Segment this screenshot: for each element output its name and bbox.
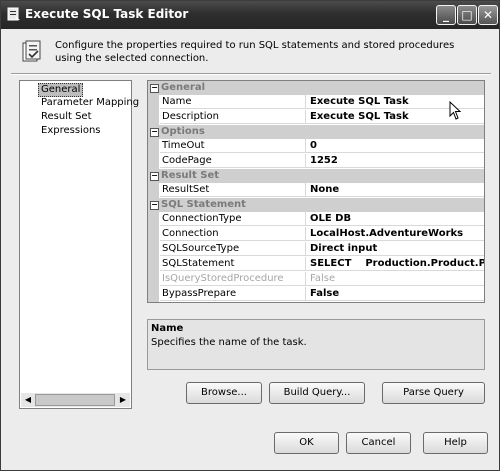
property-row-connectiontype[interactable]: ConnectionType OLE DB	[148, 212, 484, 227]
category-label: General	[161, 82, 205, 93]
category-label: Options	[161, 126, 205, 137]
property-row-connection[interactable]: Connection LocalHost.AdventureWorks	[148, 227, 484, 242]
property-name[interactable]: ConnectionType	[160, 212, 306, 226]
nav-item-parameter-mapping[interactable]: Parameter Mapping	[39, 97, 141, 109]
title-bar[interactable]: Execute SQL Task Editor _ □ ✕	[1, 1, 499, 29]
task-editor-icon	[7, 7, 20, 21]
window-title: Execute SQL Task Editor	[25, 7, 189, 21]
help-button[interactable]: Help	[423, 432, 488, 454]
collapse-icon[interactable]: −	[150, 128, 159, 137]
property-value[interactable]: 0	[306, 139, 484, 153]
execute-sql-task-editor-window: Execute SQL Task Editor _ □ ✕ Configure …	[0, 0, 500, 471]
category-sql-statement[interactable]: − SQL Statement	[148, 198, 484, 212]
header-divider	[11, 73, 491, 75]
dialog-description: Configure the properties required to run…	[55, 40, 455, 64]
collapse-icon[interactable]: −	[150, 172, 159, 181]
property-value[interactable]: SELECT Production.Product.Product	[306, 257, 484, 271]
property-value[interactable]: None	[306, 183, 484, 197]
property-row-bypassprepare[interactable]: BypassPrepare False	[148, 287, 484, 302]
scroll-left-icon[interactable]: ◀	[22, 394, 34, 406]
property-value[interactable]: OLE DB	[306, 212, 484, 226]
collapse-icon[interactable]: −	[150, 201, 159, 210]
category-result-set[interactable]: − Result Set	[148, 169, 484, 183]
property-row-isquerystoredprocedure: IsQueryStoredProcedure False	[148, 272, 484, 287]
property-name: IsQueryStoredProcedure	[160, 272, 306, 286]
property-row-timeout[interactable]: TimeOut 0	[148, 139, 484, 154]
property-row-resultset[interactable]: ResultSet None	[148, 183, 484, 198]
property-name[interactable]: ResultSet	[160, 183, 306, 197]
property-name[interactable]: TimeOut	[160, 139, 306, 153]
property-description-title: Name	[151, 323, 184, 334]
dialog-header: Configure the properties required to run…	[9, 35, 493, 75]
nav-item-expressions[interactable]: Expressions	[39, 125, 103, 137]
property-name[interactable]: SQLSourceType	[160, 242, 306, 256]
property-name[interactable]: Description	[160, 110, 306, 124]
browse-button[interactable]: Browse...	[186, 382, 262, 404]
property-row-sqlstatement[interactable]: SQLStatement SELECT Production.Product.P…	[148, 257, 484, 272]
property-description-panel: Name Specifies the name of the task.	[147, 319, 485, 370]
property-row-name[interactable]: Name Execute SQL Task	[148, 95, 484, 110]
property-name[interactable]: BypassPrepare	[160, 287, 306, 301]
category-label: SQL Statement	[161, 199, 246, 210]
property-row-description[interactable]: Description Execute SQL Task	[148, 110, 484, 125]
property-value[interactable]: False	[306, 287, 484, 301]
minimize-button[interactable]: _	[436, 5, 456, 25]
property-row-codepage[interactable]: CodePage 1252	[148, 154, 484, 169]
property-grid[interactable]: − General Name Execute SQL Task Descript…	[147, 80, 485, 303]
cancel-button[interactable]: Cancel	[346, 432, 411, 454]
build-query-button[interactable]: Build Query...	[269, 382, 365, 404]
category-label: Result Set	[161, 170, 220, 181]
property-value[interactable]: 1252	[306, 154, 484, 168]
scroll-right-icon[interactable]: ▶	[117, 394, 129, 406]
parse-query-button[interactable]: Parse Query	[382, 382, 485, 404]
property-description-text: Specifies the name of the task.	[151, 337, 307, 348]
nav-item-result-set[interactable]: Result Set	[39, 111, 94, 123]
property-value[interactable]: Direct input	[306, 242, 484, 256]
close-button[interactable]: ✕	[478, 5, 498, 25]
mouse-pointer-icon	[449, 101, 461, 120]
category-options[interactable]: − Options	[148, 125, 484, 139]
page-navigation-list[interactable]: General Parameter Mapping Result Set Exp…	[19, 80, 139, 409]
property-row-sqlsourcetype[interactable]: SQLSourceType Direct input	[148, 242, 484, 257]
category-general[interactable]: − General	[148, 81, 484, 95]
property-value: False	[306, 272, 484, 286]
nav-horizontal-scrollbar[interactable]: ◀ ▶	[21, 393, 130, 407]
nav-item-general[interactable]: General	[38, 83, 84, 97]
property-name[interactable]: SQLStatement	[160, 257, 306, 271]
property-value[interactable]: LocalHost.AdventureWorks	[306, 227, 484, 241]
ok-button[interactable]: OK	[274, 432, 339, 454]
sql-task-icon	[22, 40, 41, 62]
maximize-button[interactable]: □	[457, 5, 477, 25]
collapse-icon[interactable]: −	[150, 84, 159, 93]
property-name[interactable]: CodePage	[160, 154, 306, 168]
property-name[interactable]: Connection	[160, 227, 306, 241]
scroll-thumb[interactable]	[35, 394, 115, 406]
property-name[interactable]: Name	[160, 95, 306, 109]
